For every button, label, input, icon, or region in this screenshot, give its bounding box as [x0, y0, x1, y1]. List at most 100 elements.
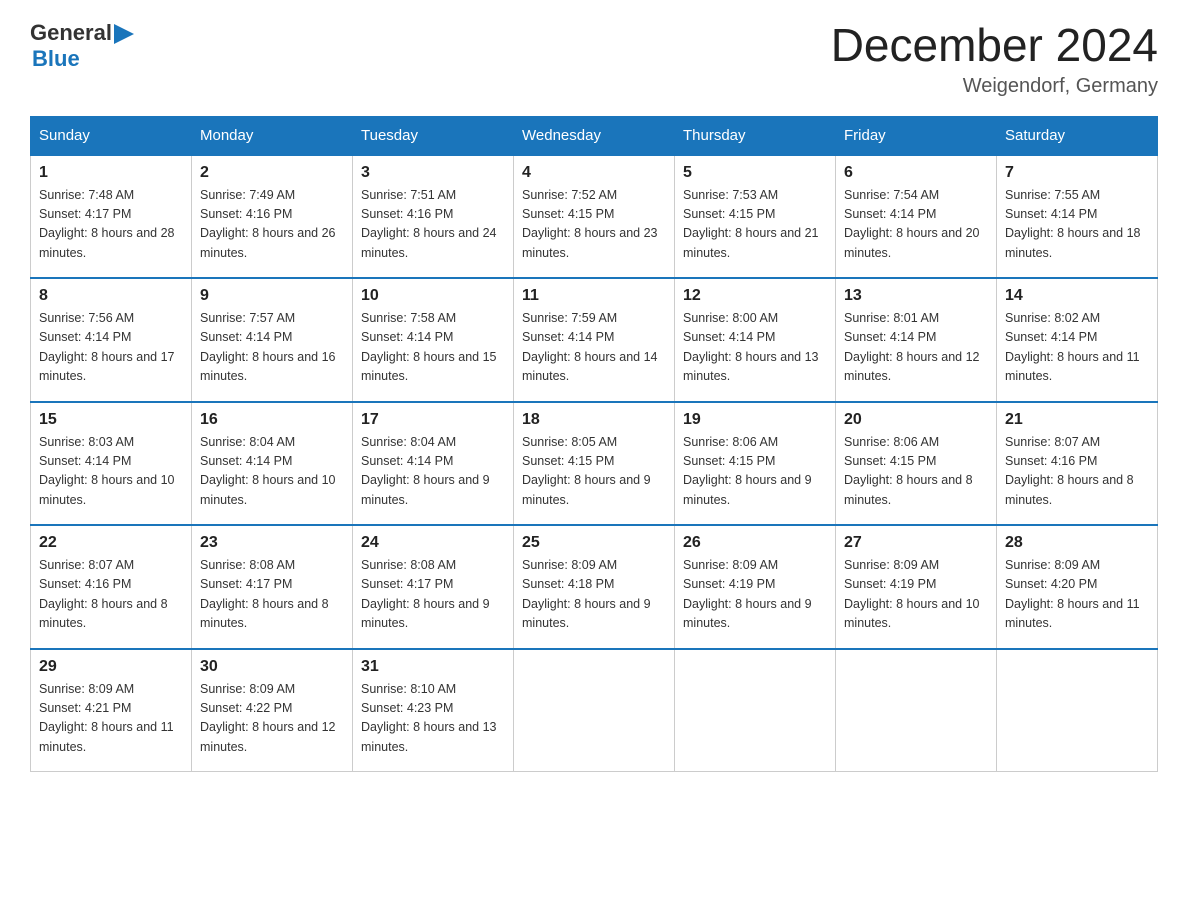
day-cell: 12 Sunrise: 8:00 AMSunset: 4:14 PMDaylig… [675, 278, 836, 402]
page-title: December 2024 [831, 20, 1158, 71]
day-number: 23 [200, 534, 344, 552]
day-info: Sunrise: 8:09 AMSunset: 4:19 PMDaylight:… [844, 556, 988, 634]
day-number: 27 [844, 534, 988, 552]
day-number: 25 [522, 534, 666, 552]
day-info: Sunrise: 7:48 AMSunset: 4:17 PMDaylight:… [39, 186, 183, 264]
day-number: 2 [200, 164, 344, 182]
day-cell: 11 Sunrise: 7:59 AMSunset: 4:14 PMDaylig… [514, 278, 675, 402]
day-info: Sunrise: 8:01 AMSunset: 4:14 PMDaylight:… [844, 309, 988, 387]
day-number: 9 [200, 287, 344, 305]
day-number: 26 [683, 534, 827, 552]
header-cell-sunday: Sunday [31, 116, 192, 155]
day-cell: 2 Sunrise: 7:49 AMSunset: 4:16 PMDayligh… [192, 155, 353, 279]
day-number: 19 [683, 411, 827, 429]
day-number: 22 [39, 534, 183, 552]
day-number: 3 [361, 164, 505, 182]
day-info: Sunrise: 7:53 AMSunset: 4:15 PMDaylight:… [683, 186, 827, 264]
day-number: 18 [522, 411, 666, 429]
day-cell: 1 Sunrise: 7:48 AMSunset: 4:17 PMDayligh… [31, 155, 192, 279]
day-info: Sunrise: 8:09 AMSunset: 4:22 PMDaylight:… [200, 680, 344, 758]
day-number: 14 [1005, 287, 1149, 305]
day-number: 21 [1005, 411, 1149, 429]
day-number: 5 [683, 164, 827, 182]
day-number: 20 [844, 411, 988, 429]
day-info: Sunrise: 8:08 AMSunset: 4:17 PMDaylight:… [361, 556, 505, 634]
day-cell: 10 Sunrise: 7:58 AMSunset: 4:14 PMDaylig… [353, 278, 514, 402]
calendar-body: 1 Sunrise: 7:48 AMSunset: 4:17 PMDayligh… [31, 155, 1158, 772]
day-cell: 6 Sunrise: 7:54 AMSunset: 4:14 PMDayligh… [836, 155, 997, 279]
day-info: Sunrise: 8:02 AMSunset: 4:14 PMDaylight:… [1005, 309, 1149, 387]
header-row: SundayMondayTuesdayWednesdayThursdayFrid… [31, 116, 1158, 155]
day-cell: 21 Sunrise: 8:07 AMSunset: 4:16 PMDaylig… [997, 402, 1158, 526]
day-cell: 7 Sunrise: 7:55 AMSunset: 4:14 PMDayligh… [997, 155, 1158, 279]
day-cell: 17 Sunrise: 8:04 AMSunset: 4:14 PMDaylig… [353, 402, 514, 526]
logo-general: General [30, 20, 112, 46]
day-cell: 4 Sunrise: 7:52 AMSunset: 4:15 PMDayligh… [514, 155, 675, 279]
day-cell: 29 Sunrise: 8:09 AMSunset: 4:21 PMDaylig… [31, 649, 192, 772]
day-info: Sunrise: 7:59 AMSunset: 4:14 PMDaylight:… [522, 309, 666, 387]
page-header: General Blue December 2024 Weigendorf, G… [30, 20, 1158, 98]
day-info: Sunrise: 8:03 AMSunset: 4:14 PMDaylight:… [39, 433, 183, 511]
day-info: Sunrise: 7:51 AMSunset: 4:16 PMDaylight:… [361, 186, 505, 264]
day-cell: 8 Sunrise: 7:56 AMSunset: 4:14 PMDayligh… [31, 278, 192, 402]
day-cell: 23 Sunrise: 8:08 AMSunset: 4:17 PMDaylig… [192, 525, 353, 649]
logo-triangle-icon [114, 24, 134, 44]
day-number: 8 [39, 287, 183, 305]
day-cell [836, 649, 997, 772]
day-number: 11 [522, 287, 666, 305]
day-info: Sunrise: 8:05 AMSunset: 4:15 PMDaylight:… [522, 433, 666, 511]
day-cell: 20 Sunrise: 8:06 AMSunset: 4:15 PMDaylig… [836, 402, 997, 526]
day-info: Sunrise: 8:06 AMSunset: 4:15 PMDaylight:… [844, 433, 988, 511]
day-cell: 22 Sunrise: 8:07 AMSunset: 4:16 PMDaylig… [31, 525, 192, 649]
day-info: Sunrise: 8:08 AMSunset: 4:17 PMDaylight:… [200, 556, 344, 634]
day-number: 30 [200, 658, 344, 676]
week-row-5: 29 Sunrise: 8:09 AMSunset: 4:21 PMDaylig… [31, 649, 1158, 772]
day-cell: 5 Sunrise: 7:53 AMSunset: 4:15 PMDayligh… [675, 155, 836, 279]
header-cell-monday: Monday [192, 116, 353, 155]
day-info: Sunrise: 7:56 AMSunset: 4:14 PMDaylight:… [39, 309, 183, 387]
day-info: Sunrise: 8:07 AMSunset: 4:16 PMDaylight:… [1005, 433, 1149, 511]
day-number: 7 [1005, 164, 1149, 182]
day-number: 17 [361, 411, 505, 429]
day-number: 16 [200, 411, 344, 429]
day-info: Sunrise: 7:49 AMSunset: 4:16 PMDaylight:… [200, 186, 344, 264]
header-cell-tuesday: Tuesday [353, 116, 514, 155]
day-cell: 3 Sunrise: 7:51 AMSunset: 4:16 PMDayligh… [353, 155, 514, 279]
header-cell-friday: Friday [836, 116, 997, 155]
day-number: 12 [683, 287, 827, 305]
day-number: 13 [844, 287, 988, 305]
day-cell: 15 Sunrise: 8:03 AMSunset: 4:14 PMDaylig… [31, 402, 192, 526]
logo: General Blue [30, 20, 134, 72]
day-info: Sunrise: 8:09 AMSunset: 4:20 PMDaylight:… [1005, 556, 1149, 634]
page-subtitle: Weigendorf, Germany [831, 75, 1158, 98]
day-info: Sunrise: 7:52 AMSunset: 4:15 PMDaylight:… [522, 186, 666, 264]
week-row-2: 8 Sunrise: 7:56 AMSunset: 4:14 PMDayligh… [31, 278, 1158, 402]
day-info: Sunrise: 7:58 AMSunset: 4:14 PMDaylight:… [361, 309, 505, 387]
header-cell-thursday: Thursday [675, 116, 836, 155]
day-info: Sunrise: 8:09 AMSunset: 4:21 PMDaylight:… [39, 680, 183, 758]
day-info: Sunrise: 8:04 AMSunset: 4:14 PMDaylight:… [200, 433, 344, 511]
day-cell: 16 Sunrise: 8:04 AMSunset: 4:14 PMDaylig… [192, 402, 353, 526]
day-info: Sunrise: 8:09 AMSunset: 4:19 PMDaylight:… [683, 556, 827, 634]
day-cell: 13 Sunrise: 8:01 AMSunset: 4:14 PMDaylig… [836, 278, 997, 402]
week-row-4: 22 Sunrise: 8:07 AMSunset: 4:16 PMDaylig… [31, 525, 1158, 649]
day-info: Sunrise: 7:57 AMSunset: 4:14 PMDaylight:… [200, 309, 344, 387]
week-row-3: 15 Sunrise: 8:03 AMSunset: 4:14 PMDaylig… [31, 402, 1158, 526]
day-cell: 27 Sunrise: 8:09 AMSunset: 4:19 PMDaylig… [836, 525, 997, 649]
header-cell-wednesday: Wednesday [514, 116, 675, 155]
day-number: 29 [39, 658, 183, 676]
day-info: Sunrise: 8:00 AMSunset: 4:14 PMDaylight:… [683, 309, 827, 387]
logo-blue: Blue [32, 46, 80, 72]
day-cell [997, 649, 1158, 772]
day-number: 6 [844, 164, 988, 182]
day-number: 10 [361, 287, 505, 305]
day-info: Sunrise: 8:09 AMSunset: 4:18 PMDaylight:… [522, 556, 666, 634]
day-cell: 24 Sunrise: 8:08 AMSunset: 4:17 PMDaylig… [353, 525, 514, 649]
header-cell-saturday: Saturday [997, 116, 1158, 155]
day-info: Sunrise: 7:54 AMSunset: 4:14 PMDaylight:… [844, 186, 988, 264]
day-cell: 28 Sunrise: 8:09 AMSunset: 4:20 PMDaylig… [997, 525, 1158, 649]
day-cell [514, 649, 675, 772]
day-cell: 9 Sunrise: 7:57 AMSunset: 4:14 PMDayligh… [192, 278, 353, 402]
day-cell: 30 Sunrise: 8:09 AMSunset: 4:22 PMDaylig… [192, 649, 353, 772]
calendar-table: SundayMondayTuesdayWednesdayThursdayFrid… [30, 116, 1158, 773]
